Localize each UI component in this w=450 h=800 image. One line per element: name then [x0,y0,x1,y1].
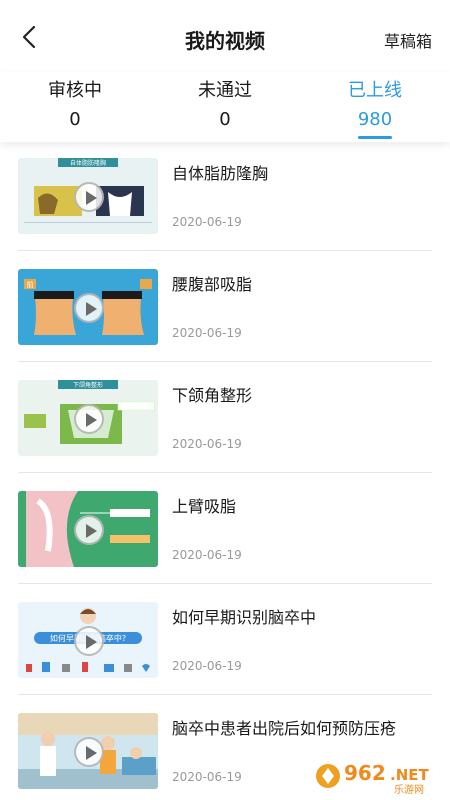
active-tab-indicator [358,136,392,139]
video-thumbnail[interactable]: 前 [18,269,158,345]
thumb-caption: 下颌角整形 [73,381,103,389]
video-date: 2020-06-19 [172,326,242,340]
play-icon [74,293,104,323]
tab-rejected[interactable]: 未通过 0 [150,78,300,132]
video-thumbnail[interactable]: 自体脂肪隆胸 [18,158,158,234]
play-icon [74,404,104,434]
site-watermark: 962 .NET 乐游网 [314,756,444,796]
thumb-caption: 前 [27,280,34,289]
video-date: 2020-06-19 [172,770,242,784]
video-title: 自体脂肪隆胸 [172,164,269,183]
video-date: 2020-06-19 [172,548,242,562]
tab-label: 未通过 [198,80,252,101]
status-tabs: 审核中 0 未通过 0 已上线 980 [0,72,450,142]
app-header: 我的视频 草稿箱 [0,0,450,72]
video-title: 如何早期识别脑卒中 [172,608,317,627]
tab-label: 审核中 [48,80,102,101]
video-date: 2020-06-19 [172,659,242,673]
play-icon [74,182,104,212]
page-title: 我的视频 [185,29,265,53]
tab-under-review[interactable]: 审核中 0 [0,78,150,132]
video-thumbnail[interactable] [18,491,158,567]
watermark-site: 乐游网 [394,783,424,796]
list-item[interactable]: 前 腰腹部吸脂 2020-06-19 [18,251,432,362]
video-title: 腰腹部吸脂 [172,275,253,294]
watermark-number: 962 [344,761,386,785]
drafts-button[interactable]: 草稿箱 [384,28,432,52]
list-item[interactable]: 下颌角整形 下颌角整形 2020-06-19 [18,362,432,473]
thumb-caption: 自体脂肪隆胸 [70,159,106,167]
tab-count: 0 [69,109,81,130]
list-item[interactable]: 上臂吸脂 2020-06-19 [18,473,432,584]
video-date: 2020-06-19 [172,215,242,229]
tab-online[interactable]: 已上线 980 [300,78,450,139]
tab-label: 已上线 [348,80,402,101]
video-title: 上臂吸脂 [172,497,237,516]
play-icon [74,626,104,656]
video-thumbnail[interactable]: 如何早期识别脑卒中? [18,602,158,678]
play-icon [74,515,104,545]
video-thumbnail[interactable] [18,713,158,789]
tab-count: 0 [219,109,231,130]
video-title: 脑卒中患者出院后如何预防压疮 [172,719,397,738]
list-item[interactable]: 如何早期识别脑卒中? 如何早期识别脑卒中 2020-06-19 [18,584,432,695]
video-date: 2020-06-19 [172,437,242,451]
play-icon [74,737,104,767]
tab-count: 980 [357,109,393,130]
list-item[interactable]: 自体脂肪隆胸 自体脂肪隆胸 2020-06-19 [18,142,432,251]
video-list[interactable]: 自体脂肪隆胸 自体脂肪隆胸 2020-06-19 前 腰腹部吸脂 2020-06… [0,142,450,800]
video-title: 下颌角整形 [172,386,253,405]
video-thumbnail[interactable]: 下颌角整形 [18,380,158,456]
watermark-suffix: .NET [390,766,429,784]
